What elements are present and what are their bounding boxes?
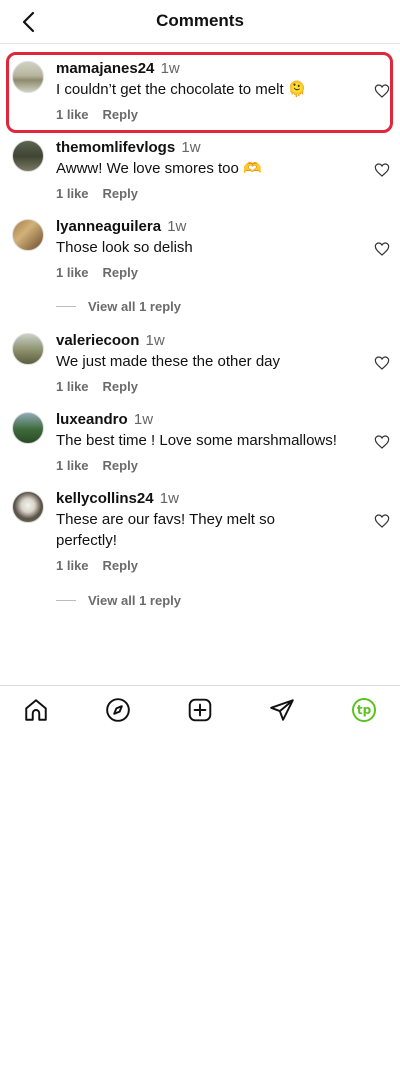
avatar[interactable] — [12, 219, 44, 251]
profile-avatar: tp — [352, 698, 376, 722]
heart-icon[interactable] — [374, 355, 390, 371]
like-count[interactable]: 1 like — [56, 458, 89, 473]
reply-button[interactable]: Reply — [103, 107, 138, 122]
heart-icon[interactable] — [374, 83, 390, 99]
reply-button[interactable]: Reply — [103, 379, 138, 394]
nav-home[interactable] — [22, 696, 50, 724]
comment-username[interactable]: valeriecoon — [56, 332, 139, 349]
comment-time: 1w — [181, 139, 201, 156]
avatar[interactable] — [12, 333, 44, 365]
create-plus-icon — [188, 698, 212, 722]
comment-time: 1w — [133, 411, 154, 428]
page-title: Comments — [156, 11, 244, 30]
view-replies-button[interactable]: View all 1 reply — [56, 593, 181, 608]
like-count[interactable]: 1 like — [56, 379, 89, 394]
avatar[interactable] — [12, 61, 44, 93]
reply-button[interactable]: Reply — [103, 265, 138, 280]
like-count[interactable]: 1 like — [56, 186, 89, 201]
comment-text: We just made these the other day — [56, 353, 281, 370]
comment-username[interactable]: themomlifevlogs — [56, 139, 175, 156]
heart-icon[interactable] — [374, 434, 390, 450]
reply-button[interactable]: Reply — [103, 186, 138, 201]
comment-text: These are our favs! They melt so perfect… — [56, 511, 275, 549]
avatar[interactable] — [12, 140, 44, 172]
view-replies-button[interactable]: View all 1 reply — [56, 299, 181, 314]
avatar[interactable] — [12, 491, 44, 523]
comment-time: 1w — [145, 332, 165, 349]
heart-icon[interactable] — [374, 162, 390, 178]
direct-send-icon — [270, 699, 294, 721]
explore-compass-icon — [106, 698, 130, 722]
comment-text: The best time ! Love some marshmallows! — [56, 432, 337, 449]
home-icon — [25, 699, 47, 721]
reply-button[interactable]: Reply — [103, 558, 138, 573]
nav-explore[interactable] — [104, 696, 132, 724]
nav-direct[interactable] — [268, 696, 296, 724]
reply-divider-line — [56, 306, 76, 307]
comment-text: Those look so delish — [56, 239, 193, 256]
comment-time: 1w — [167, 218, 187, 235]
comment-time: 1w — [159, 490, 179, 507]
avatar[interactable] — [12, 412, 44, 444]
bottom-nav: tp — [0, 685, 400, 731]
header: Comments — [0, 0, 400, 44]
comment-username[interactable]: mamajanes24 — [56, 60, 154, 77]
heart-icon[interactable] — [374, 241, 390, 257]
comment-username[interactable]: luxeandro — [56, 411, 128, 428]
reply-button[interactable]: Reply — [103, 458, 138, 473]
like-count[interactable]: 1 like — [56, 265, 89, 280]
view-replies-label: View all 1 reply — [88, 299, 181, 314]
like-count[interactable]: 1 like — [56, 558, 89, 573]
comment-text: I couldn’t get the chocolate to melt 🫠 — [56, 81, 307, 98]
heart-icon[interactable] — [374, 513, 390, 529]
comment-text: Awww! We love smores too 🫶 — [56, 160, 262, 177]
comment-username[interactable]: lyanneaguilera — [56, 218, 161, 235]
view-replies-label: View all 1 reply — [88, 593, 181, 608]
nav-profile[interactable]: tp — [350, 696, 378, 724]
comment-username[interactable]: kellycollins24 — [56, 490, 154, 507]
comment-time: 1w — [160, 60, 180, 77]
reply-divider-line — [56, 600, 76, 601]
nav-create[interactable] — [186, 696, 214, 724]
like-count[interactable]: 1 like — [56, 107, 89, 122]
